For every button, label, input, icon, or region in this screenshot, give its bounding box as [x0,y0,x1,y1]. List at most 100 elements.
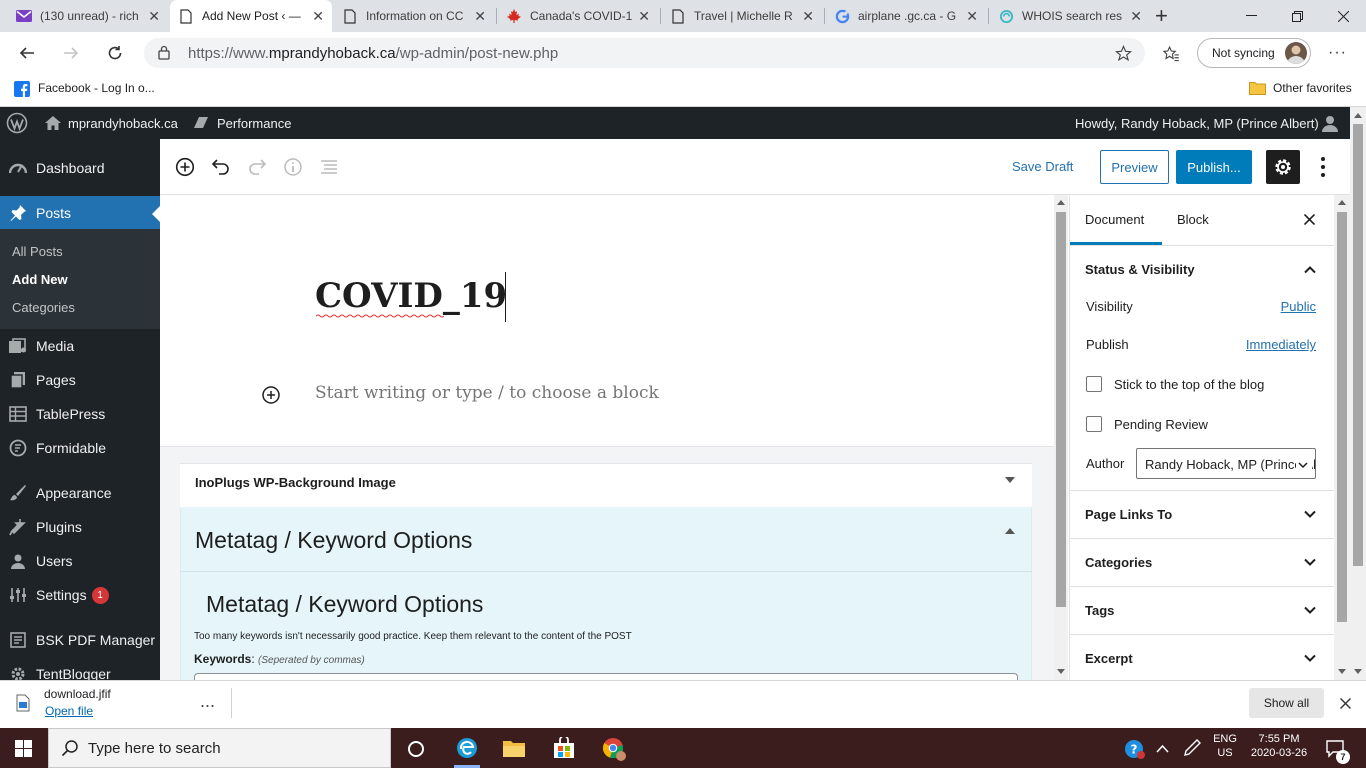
pen-icon[interactable] [1183,739,1201,757]
chrome-icon[interactable] [601,736,627,762]
site-name-link[interactable]: mprandyhoback.ca [68,116,178,131]
refresh-icon[interactable] [100,38,130,68]
star-icon[interactable] [1115,45,1132,62]
lock-icon[interactable] [158,45,170,60]
restore-icon[interactable] [1274,0,1320,32]
open-file-link[interactable]: Open file [45,704,93,718]
block-navigation-icon[interactable] [312,150,346,184]
tags-header[interactable]: Tags [1085,603,1114,618]
scroll-down-icon[interactable] [1354,669,1362,674]
forward-arrow-icon[interactable] [56,38,86,68]
tab-document[interactable]: Document [1085,212,1144,227]
post-title-input[interactable]: COVID_19 [315,276,507,316]
help-notification-icon[interactable]: ? [1124,738,1146,760]
download-more-icon[interactable]: ... [200,691,215,712]
menu-dashboard[interactable]: Dashboard [0,151,160,185]
close-icon[interactable]: ✕ [802,8,814,25]
chevron-up-icon[interactable] [1302,262,1318,278]
redo-icon[interactable] [240,150,274,184]
preview-button[interactable]: Preview [1100,150,1169,184]
submenu-categories[interactable]: Categories [12,300,75,315]
user-avatar-icon[interactable] [1321,114,1339,132]
pending-review-checkbox[interactable] [1086,416,1102,432]
close-window-icon[interactable] [1320,0,1366,32]
scroll-down-icon[interactable] [1338,669,1346,674]
menu-media[interactable]: Media [0,329,160,363]
store-icon[interactable] [552,737,576,759]
submenu-add-new[interactable]: Add New [12,272,68,287]
panel-scrollbar-thumb[interactable] [1337,212,1347,622]
back-arrow-icon[interactable] [12,38,42,68]
block-placeholder[interactable]: Start writing or type / to choose a bloc… [315,383,659,403]
wordpress-logo-icon[interactable] [6,112,28,134]
menu-pages[interactable]: Pages [0,363,160,397]
inline-add-block-icon[interactable] [260,384,282,406]
browser-tab-mail[interactable]: (130 unread) - rich ✕ [8,0,168,32]
favorite-facebook[interactable]: Facebook - Log In o... [38,81,155,95]
undo-icon[interactable] [204,150,238,184]
system-clock[interactable]: 7:55 PM 2020-03-26 [1246,733,1312,759]
content-scrollbar-thumb[interactable] [1056,212,1066,607]
browser-tab-add-new-post[interactable]: Add New Post ‹ — ✕ [170,0,332,32]
chevron-down-icon[interactable] [1302,650,1318,666]
edge-icon[interactable] [455,736,479,760]
menu-posts[interactable]: Posts [0,196,160,230]
excerpt-header[interactable]: Excerpt [1085,651,1133,666]
more-options-icon[interactable] [1314,156,1332,178]
save-draft-button[interactable]: Save Draft [1012,159,1073,174]
windows-start-icon[interactable] [15,740,32,757]
status-visibility-header[interactable]: Status & Visibility [1085,262,1195,277]
menu-formidable[interactable]: Formidable [0,431,160,465]
favorites-icon[interactable] [1162,45,1180,62]
browser-tab-whois[interactable]: WHOIS search res ✕ [990,0,1150,32]
visibility-value-link[interactable]: Public [1266,299,1316,314]
menu-plugins[interactable]: Plugins [0,510,160,544]
download-file-name[interactable]: download.jfif [44,687,111,701]
add-block-icon[interactable] [168,150,202,184]
close-icon[interactable]: ✕ [1130,8,1142,25]
settings-gear-button[interactable] [1266,150,1300,184]
cortana-icon[interactable] [406,739,426,759]
author-select[interactable]: Randy Hoback, MP (Prince Albert) [1136,448,1316,479]
url-text[interactable]: https://www.mprandyhoback.ca/wp-admin/po… [188,45,558,62]
scroll-up-icon[interactable] [1338,200,1346,205]
close-icon[interactable]: ✕ [474,8,486,25]
caret-up-icon[interactable] [1005,528,1015,534]
close-icon[interactable]: ✕ [966,8,978,25]
other-favorites[interactable]: Other favorites [1273,81,1352,95]
close-icon[interactable] [1340,698,1351,709]
info-icon[interactable] [276,150,310,184]
tab-block[interactable]: Block [1177,212,1209,227]
scroll-down-icon[interactable] [1057,669,1065,674]
close-icon[interactable]: ✕ [638,8,650,25]
scroll-up-icon[interactable] [1057,200,1065,205]
minimize-icon[interactable] [1228,0,1274,32]
page-links-to-header[interactable]: Page Links To [1085,507,1172,522]
publish-date-link[interactable]: Immediately [1226,337,1316,352]
browser-tab-travel[interactable]: Travel | Michelle R ✕ [662,0,822,32]
browser-tab-canada-covid[interactable]: Canada's COVID-1 ✕ [498,0,658,32]
show-all-button[interactable]: Show all [1249,688,1324,718]
menu-settings[interactable]: Settings 1 [0,578,160,612]
close-icon[interactable]: ✕ [312,8,324,25]
performance-link[interactable]: Performance [217,116,291,131]
scroll-up-icon[interactable] [1354,113,1362,118]
menu-appearance[interactable]: Appearance [0,476,160,510]
chevron-up-icon[interactable] [1156,744,1169,753]
browser-tab-airplane[interactable]: airplane .gc.ca - G ✕ [826,0,986,32]
close-icon[interactable]: ✕ [148,8,160,25]
howdy-user[interactable]: Howdy, Randy Hoback, MP (Prince Albert) [1075,116,1319,131]
menu-users[interactable]: Users [0,544,160,578]
sticky-checkbox[interactable] [1086,376,1102,392]
categories-header[interactable]: Categories [1085,555,1152,570]
submenu-all-posts[interactable]: All Posts [12,244,63,259]
page-scrollbar-thumb[interactable] [1353,124,1363,566]
menu-bsk-pdf-manager[interactable]: BSK PDF Manager [0,623,160,657]
chevron-down-icon[interactable] [1302,602,1318,618]
close-icon[interactable] [1304,214,1315,225]
menu-tablepress[interactable]: TablePress [0,397,160,431]
chevron-down-icon[interactable] [1302,506,1318,522]
file-explorer-icon[interactable] [502,738,526,758]
chevron-down-icon[interactable] [1302,554,1318,570]
more-menu-icon[interactable]: ··· [1328,44,1347,62]
